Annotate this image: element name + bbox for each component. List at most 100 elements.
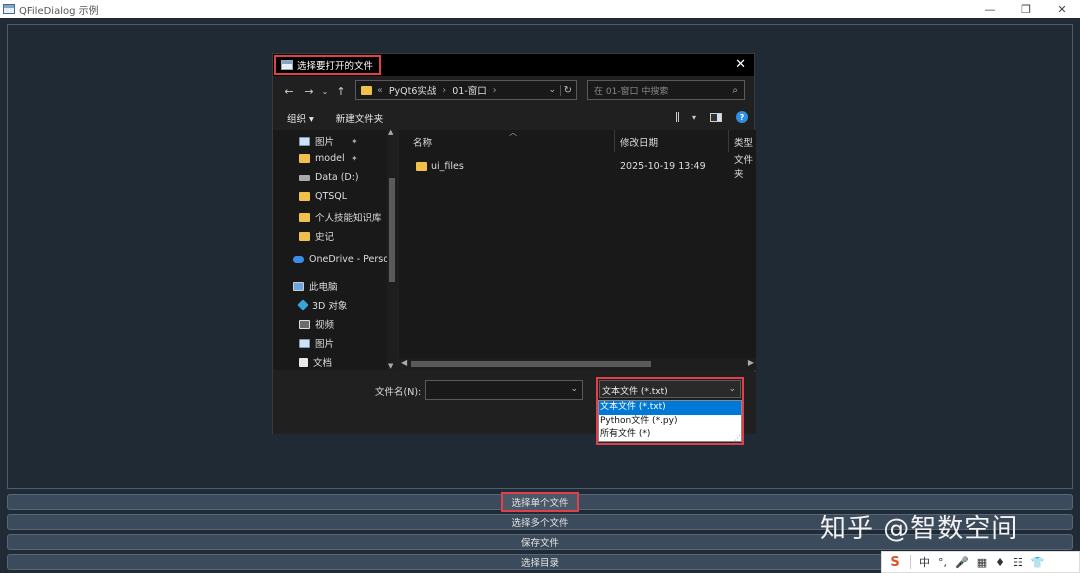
- back-arrow-icon[interactable]: ←: [279, 85, 299, 98]
- column-type[interactable]: 类型: [734, 135, 753, 149]
- navpane-scrollbar[interactable]: ▲ ▼: [387, 130, 397, 370]
- scroll-thumb[interactable]: [389, 178, 395, 282]
- sidebar-item[interactable]: model ✦: [299, 153, 358, 164]
- column-header: ︿ 名称 修改日期 类型: [399, 130, 756, 152]
- punctuation-icon[interactable]: °,: [938, 556, 947, 569]
- microphone-icon[interactable]: 🎤: [955, 556, 969, 569]
- breadcrumb-overflow[interactable]: «: [377, 85, 383, 96]
- filename-label: 文件名(N):: [375, 387, 422, 398]
- chevron-down-icon[interactable]: ⌄: [570, 384, 578, 394]
- pic-icon: [299, 338, 310, 348]
- sidebar-item[interactable]: 图片: [299, 336, 334, 350]
- horizontal-scrollbar[interactable]: ◀ ▶: [399, 358, 756, 370]
- breadcrumb-item[interactable]: PyQt6实战: [389, 83, 437, 97]
- forward-arrow-icon[interactable]: →: [299, 85, 319, 98]
- preview-pane-icon[interactable]: [710, 112, 722, 122]
- dialog-window-icon: [281, 60, 293, 70]
- sidebar-item[interactable]: 3D 对象: [297, 298, 347, 312]
- filetype-option[interactable]: 文本文件 (*.txt): [599, 401, 741, 415]
- app-window-icon: [3, 4, 15, 14]
- shirt-icon[interactable]: 👕: [1031, 556, 1045, 569]
- view-options[interactable]: ▾: [675, 112, 696, 122]
- scroll-down-icon[interactable]: ▼: [388, 362, 393, 370]
- sidebar-item[interactable]: 视频: [299, 317, 334, 331]
- file-row[interactable]: ui_files 2025-10-19 13:49 文件夹: [399, 155, 756, 180]
- sidebar-item[interactable]: 史记: [299, 229, 334, 243]
- sidebar-item[interactable]: 文档: [299, 355, 332, 369]
- search-icon[interactable]: ⌕: [732, 85, 738, 96]
- breadcrumb-separator[interactable]: ›: [493, 85, 497, 96]
- view-mode-icon[interactable]: [675, 112, 688, 122]
- window-controls: — ❐ ✕: [972, 0, 1080, 18]
- scroll-right-icon[interactable]: ▶: [748, 358, 754, 367]
- breadcrumb-separator[interactable]: ›: [442, 85, 446, 96]
- breadcrumb-item[interactable]: 01-窗口: [452, 83, 487, 97]
- close-button[interactable]: ✕: [1044, 0, 1080, 18]
- file-list-pane: ︿ 名称 修改日期 类型 ui_files 2025-10-19 13:49 文…: [399, 130, 756, 370]
- history-dropdown-icon[interactable]: ⌄: [319, 87, 331, 96]
- sidebar-item-label: 图片: [315, 339, 335, 350]
- dialog-toolbar: 组织 ▾ 新建文件夹 ▾ ?: [273, 108, 756, 128]
- sidebar-item[interactable]: 此电脑: [293, 279, 338, 293]
- app-title: QFileDialog 示例: [19, 5, 99, 17]
- folder-icon: [299, 192, 310, 201]
- sidebar-item-label: 此电脑: [309, 282, 338, 293]
- navigation-pane: 文档 图片 视频 3D 对象 此电脑 OneDrive - Perso 史记 个人技能知识库 Q…: [273, 130, 397, 370]
- file-name: ui_files: [431, 160, 464, 172]
- filetype-select[interactable]: 文本文件 (*.txt) ⌄: [599, 380, 741, 398]
- sidebar-item[interactable]: 图片 ✦: [299, 134, 358, 148]
- restore-button[interactable]: ❐: [1008, 0, 1044, 18]
- scroll-up-icon[interactable]: ▲: [388, 130, 393, 136]
- vid-icon: [299, 319, 310, 329]
- pin-icon[interactable]: ✦: [351, 137, 358, 146]
- organize-button[interactable]: 组织 ▾: [287, 111, 314, 125]
- sidebar-item-label: 个人技能知识库: [315, 213, 382, 224]
- search-input[interactable]: 在 01-窗口 中搜索 ⌕: [587, 80, 745, 100]
- sidebar-item[interactable]: QTSQL: [299, 191, 347, 202]
- keyboard-icon[interactable]: ▦: [977, 556, 987, 569]
- drive-icon: [299, 174, 310, 181]
- address-bar[interactable]: « PyQt6实战 › 01-窗口 › ⌄ ↻: [355, 80, 577, 100]
- app-titlebar: QFileDialog 示例 — ❐ ✕: [0, 0, 1080, 18]
- filename-input[interactable]: ⌄: [425, 380, 583, 400]
- sidebar-item-label: 视频: [315, 320, 335, 331]
- sidebar-item-label: 史记: [315, 232, 335, 243]
- sogou-logo-icon[interactable]: S: [888, 555, 902, 570]
- address-dropdown-icon[interactable]: ⌄: [548, 85, 556, 95]
- toolbar-right: ▾ ?: [675, 111, 748, 123]
- up-arrow-icon[interactable]: ↑: [331, 85, 351, 98]
- filetype-option[interactable]: Python文件 (*.py): [599, 415, 741, 429]
- folder-icon: [299, 212, 310, 222]
- dialog-close-icon[interactable]: ✕: [735, 57, 746, 72]
- toolbox-icon[interactable]: ☷: [1013, 556, 1023, 569]
- filetype-selected: 文本文件 (*.txt): [602, 387, 668, 397]
- dialog-bottom-area: 文件名(N): ⌄ 文本文件 (*.txt) ⌄ 文本文件 (*.txt) Py…: [273, 372, 756, 445]
- sidebar-item[interactable]: OneDrive - Perso: [293, 254, 389, 265]
- chevron-down-icon[interactable]: ⌄: [728, 384, 736, 394]
- column-name[interactable]: 名称: [413, 135, 432, 149]
- dialog-title: 选择要打开的文件: [297, 61, 374, 72]
- view-dropdown-icon[interactable]: ▾: [692, 113, 696, 122]
- sidebar-item[interactable]: 个人技能知识库: [299, 210, 382, 224]
- pin-icon[interactable]: ✦: [351, 154, 358, 163]
- sidebar-item-label: model: [315, 153, 345, 164]
- scroll-thumb[interactable]: [411, 361, 651, 367]
- select-single-file-label: 选择单个文件: [501, 492, 579, 512]
- filetype-option[interactable]: 所有文件 (*): [599, 428, 741, 442]
- scroll-left-icon[interactable]: ◀: [401, 358, 407, 367]
- resize-grip-icon[interactable]: ⋰: [734, 434, 741, 442]
- skin-icon[interactable]: ♦: [995, 556, 1005, 569]
- dialog-titlebar: 选择要打开的文件 ✕: [273, 54, 754, 76]
- minimize-button[interactable]: —: [972, 0, 1008, 18]
- refresh-icon[interactable]: ↻: [559, 84, 572, 96]
- chinese-mode-icon[interactable]: 中: [919, 554, 930, 570]
- column-divider[interactable]: [614, 130, 615, 152]
- sidebar-item-label: Data (D:): [315, 172, 359, 183]
- sidebar-item[interactable]: Data (D:): [299, 172, 359, 183]
- column-date[interactable]: 修改日期: [620, 135, 658, 149]
- ime-separator: [910, 555, 911, 569]
- column-divider[interactable]: [728, 130, 729, 152]
- folder-icon: [416, 161, 427, 171]
- new-folder-button[interactable]: 新建文件夹: [336, 111, 384, 125]
- help-icon[interactable]: ?: [736, 111, 748, 123]
